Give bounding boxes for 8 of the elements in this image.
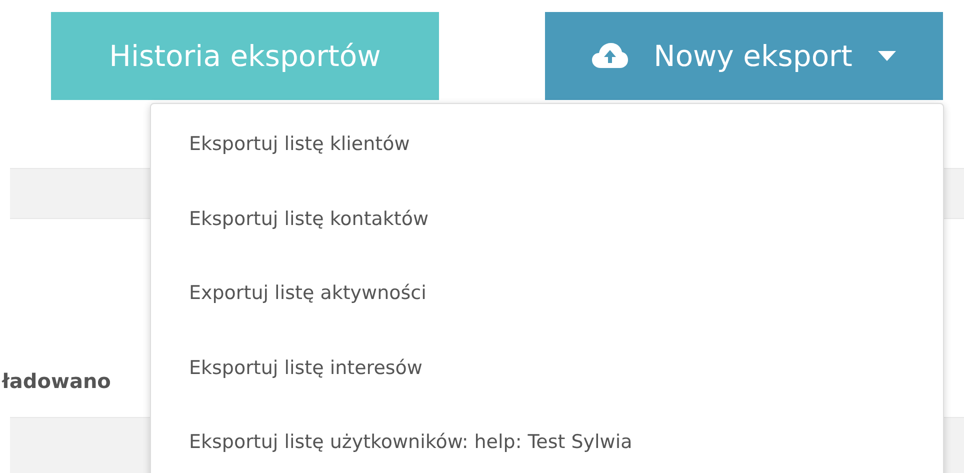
cloud-upload-icon [592,43,628,69]
caret-icon [878,51,896,61]
menu-item[interactable]: Eksportuj listę interesów [151,352,943,426]
menu-item[interactable]: Exportuj listę aktywności [151,277,943,352]
menu-item[interactable]: Eksportuj listę kontaktów [151,202,943,277]
menu-item[interactable]: Eksportuj listę użytkowników: help: Test Sylwia [151,426,943,473]
column-heading: ładowano [2,369,112,393]
menu-item[interactable]: Eksportuj listę klientów [151,128,943,202]
